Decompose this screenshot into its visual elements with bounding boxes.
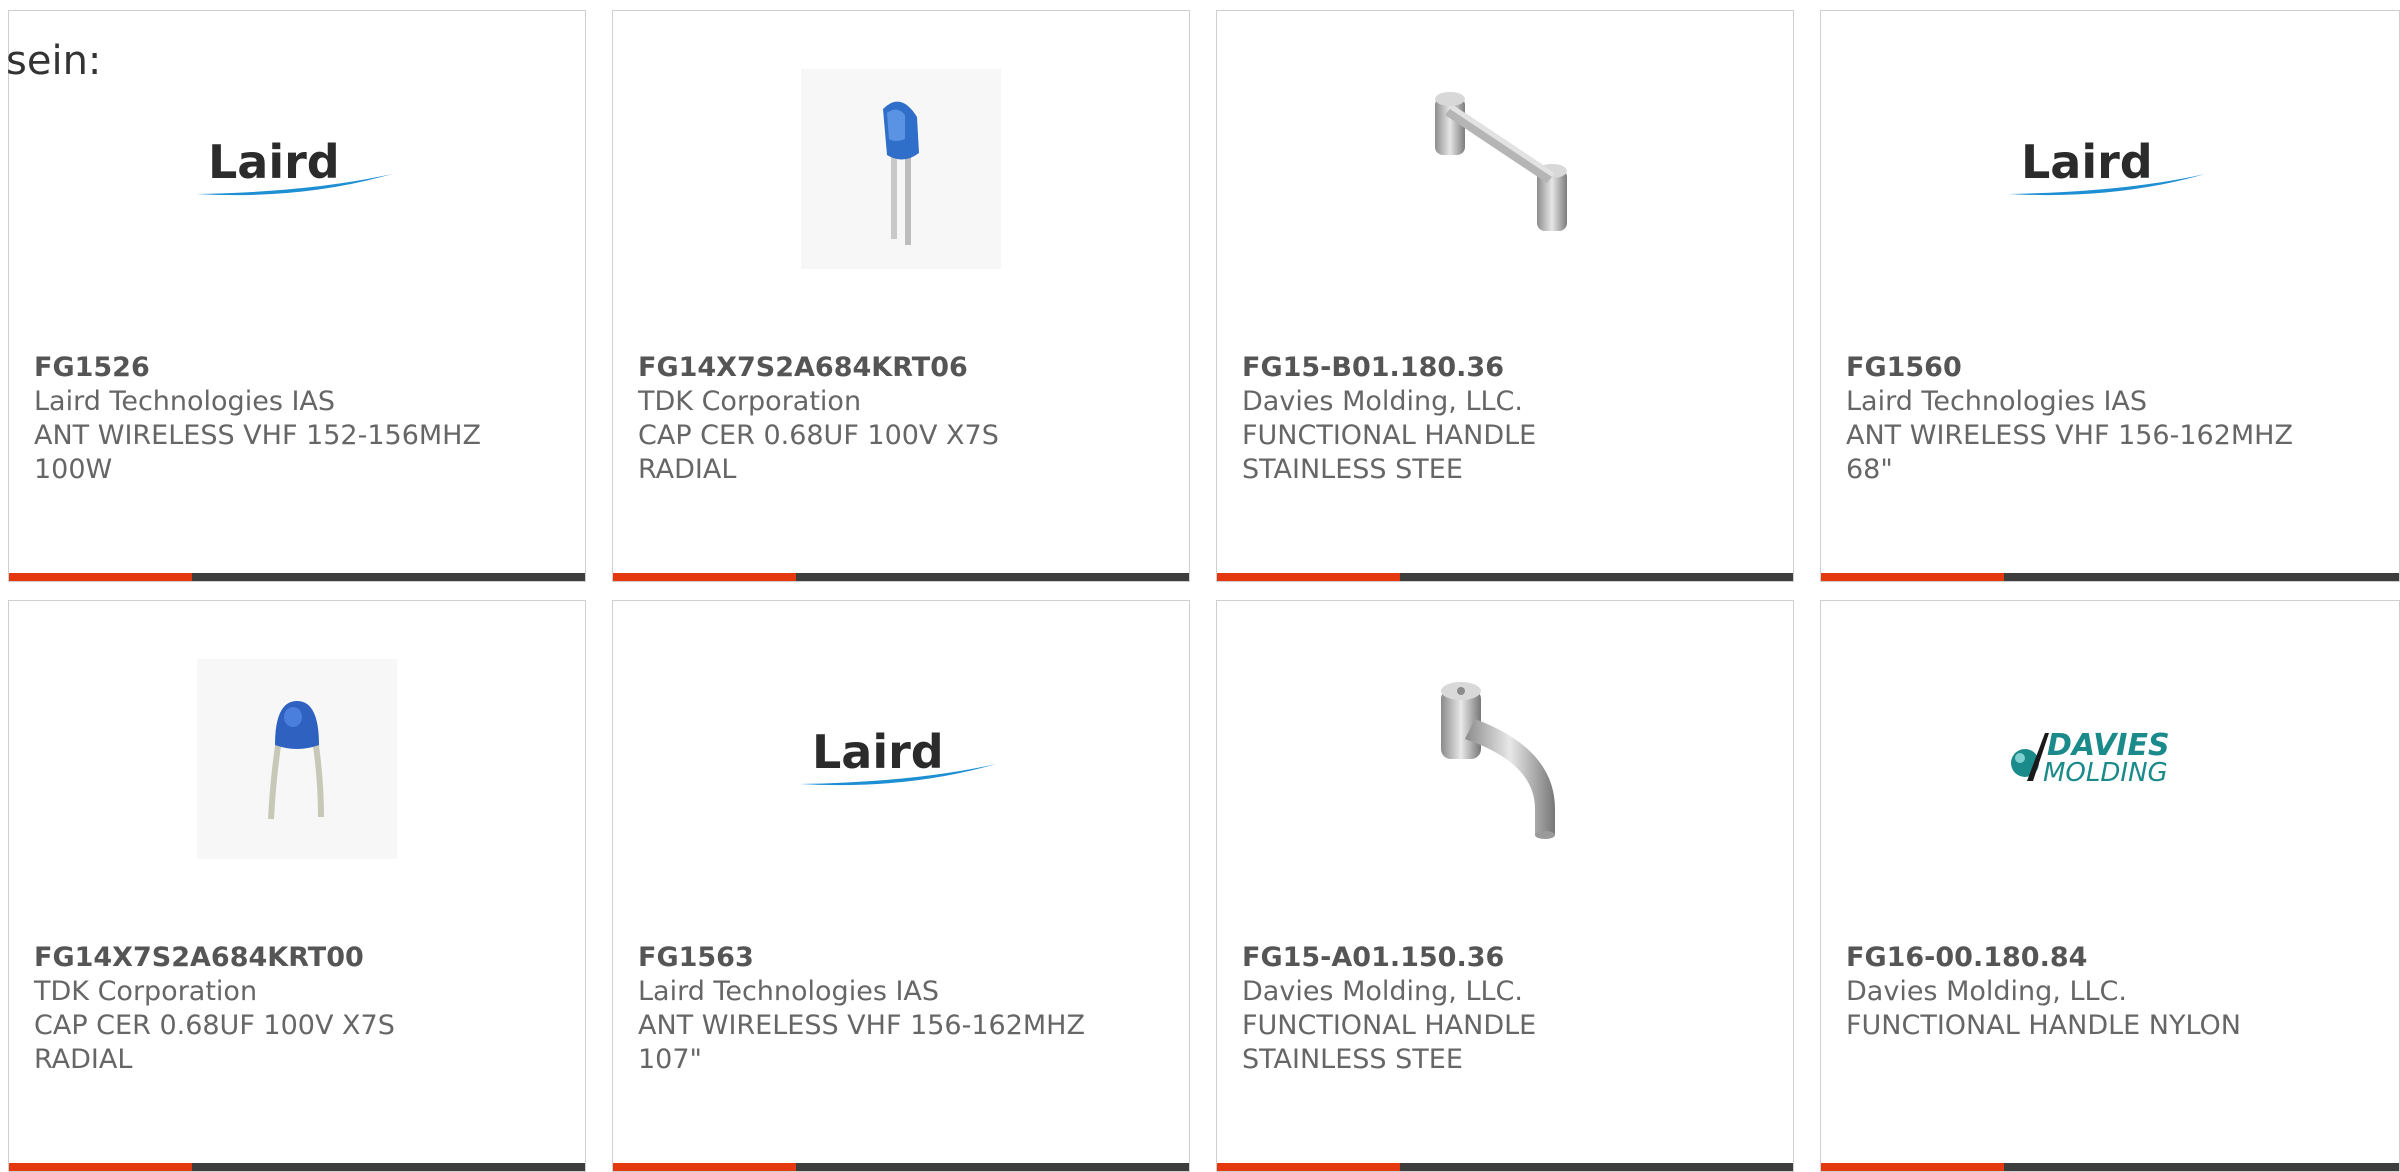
product-image[interactable]: Laird (1821, 69, 2399, 269)
description-line-2: STAINLESS STEE (1242, 454, 1463, 485)
product-card[interactable]: Laird FG1563 Laird Technologies IAS ANT … (612, 600, 1190, 1172)
product-image[interactable] (613, 69, 1189, 269)
card-accent-bar (9, 1163, 585, 1171)
svg-text:Laird: Laird (208, 135, 340, 189)
description-line-1: FUNCTIONAL HANDLE (1242, 420, 1537, 451)
part-number[interactable]: FG14X7S2A684KRT00 (34, 941, 565, 975)
description-line-1: ANT WIRELESS VHF 156-162MHZ (638, 1010, 1085, 1041)
capacitor-photo (801, 69, 1001, 269)
description-line-1: FUNCTIONAL HANDLE (1242, 1010, 1537, 1041)
description-line-2: 68" (1846, 454, 1893, 485)
card-accent-bar (1217, 1163, 1793, 1171)
card-accent-bar (1217, 573, 1793, 581)
product-card[interactable]: FG14X7S2A684KRT00 TDK Corporation CAP CE… (8, 600, 586, 1172)
part-number[interactable]: FG1563 (638, 941, 1169, 975)
svg-text:MOLDING: MOLDING (2043, 758, 2168, 788)
description-line-2: STAINLESS STEE (1242, 1044, 1463, 1075)
straight-handle-photo (1405, 69, 1605, 269)
card-accent-bar (1821, 573, 2399, 581)
svg-text:Laird: Laird (2021, 135, 2153, 189)
part-number[interactable]: FG1526 (34, 351, 565, 385)
product-image[interactable] (1217, 659, 1793, 859)
part-number[interactable]: FG1560 (1846, 351, 2379, 385)
intro-text: sein: (6, 38, 102, 84)
card-accent-bar (613, 1163, 1189, 1171)
capacitor-photo (197, 659, 397, 859)
manufacturer: TDK Corporation (638, 386, 862, 417)
laird-logo: Laird (192, 134, 402, 204)
description-line-1: ANT WIRELESS VHF 152-156MHZ (34, 420, 481, 451)
product-card[interactable]: FG15-B01.180.36 Davies Molding, LLC. FUN… (1216, 10, 1794, 582)
product-image[interactable]: DAVIES MOLDING (1821, 659, 2399, 859)
card-accent-bar (613, 573, 1189, 581)
description-line-2: RADIAL (34, 1044, 133, 1075)
product-card[interactable]: Laird FG1560 Laird Technologies IAS ANT … (1820, 10, 2400, 582)
svg-text:Laird: Laird (812, 725, 944, 779)
product-card[interactable]: FG14X7S2A684KRT06 TDK Corporation CAP CE… (612, 10, 1190, 582)
laird-logo: Laird (796, 724, 1006, 794)
manufacturer: Davies Molding, LLC. (1242, 976, 1523, 1007)
product-image[interactable]: Laird (613, 659, 1189, 859)
manufacturer: Laird Technologies IAS (1846, 386, 2148, 417)
manufacturer: TDK Corporation (34, 976, 258, 1007)
manufacturer: Davies Molding, LLC. (1846, 976, 2127, 1007)
product-image[interactable] (9, 659, 585, 859)
description-line-1: CAP CER 0.68UF 100V X7S (638, 420, 999, 451)
part-number[interactable]: FG16-00.180.84 (1846, 941, 2379, 975)
manufacturer: Laird Technologies IAS (34, 386, 336, 417)
description-line-2: RADIAL (638, 454, 737, 485)
product-card[interactable]: Laird FG1526 Laird Technologies IAS ANT … (8, 10, 586, 582)
card-accent-bar (1821, 1163, 2399, 1171)
manufacturer: Davies Molding, LLC. (1242, 386, 1523, 417)
card-accent-bar (9, 573, 585, 581)
description-line-2: 100W (34, 454, 113, 485)
description-line-1: CAP CER 0.68UF 100V X7S (34, 1010, 395, 1041)
product-card[interactable]: FG15-A01.150.36 Davies Molding, LLC. FUN… (1216, 600, 1794, 1172)
davies-logo: DAVIES MOLDING (2005, 719, 2215, 799)
part-number[interactable]: FG15-B01.180.36 (1242, 351, 1773, 385)
laird-logo: Laird (2005, 134, 2215, 204)
product-image[interactable] (1217, 69, 1793, 269)
product-card[interactable]: DAVIES MOLDING FG16-00.180.84 Davies Mol… (1820, 600, 2400, 1172)
product-image[interactable]: Laird (9, 69, 585, 269)
part-number[interactable]: FG14X7S2A684KRT06 (638, 351, 1169, 385)
part-number[interactable]: FG15-A01.150.36 (1242, 941, 1773, 975)
bent-handle-photo (1405, 659, 1605, 859)
description-line-1: FUNCTIONAL HANDLE NYLON (1846, 1010, 2242, 1041)
description-line-2: 107" (638, 1044, 702, 1075)
description-line-1: ANT WIRELESS VHF 156-162MHZ (1846, 420, 2293, 451)
manufacturer: Laird Technologies IAS (638, 976, 940, 1007)
